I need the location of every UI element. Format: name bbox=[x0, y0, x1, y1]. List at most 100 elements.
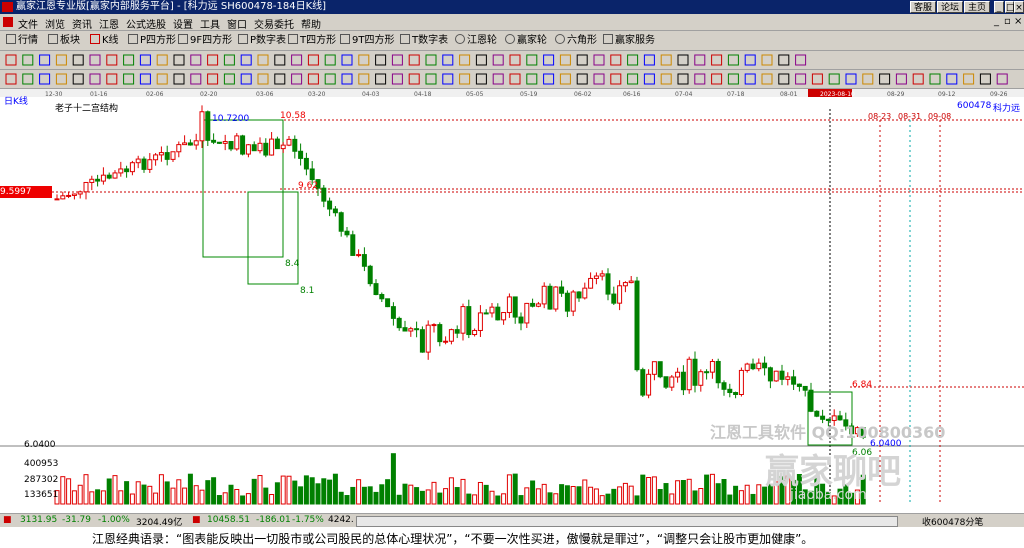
candle-body bbox=[350, 234, 356, 256]
volume-bar bbox=[704, 474, 710, 505]
tool-icon bbox=[425, 73, 437, 85]
menu-gann[interactable]: 江恩 bbox=[99, 16, 119, 31]
candle-body bbox=[419, 329, 425, 353]
candle-body bbox=[814, 410, 820, 417]
forum-button[interactable]: 论坛 bbox=[937, 1, 963, 13]
candle-body bbox=[448, 329, 454, 342]
candle-body bbox=[559, 286, 565, 294]
candle-body bbox=[501, 312, 507, 321]
period-label: 日K线 bbox=[4, 97, 28, 107]
candle-body bbox=[669, 376, 675, 388]
winner-wheel-button[interactable]: 赢家轮 bbox=[505, 34, 547, 48]
hexagon-icon bbox=[555, 34, 565, 44]
candle-body bbox=[802, 385, 808, 391]
p-number-table-button[interactable]: P数字表 bbox=[238, 34, 286, 48]
sh-index-change: -31.79 bbox=[62, 515, 92, 525]
9t-square-button[interactable]: 9T四方形 bbox=[340, 34, 394, 48]
tool-icon bbox=[576, 54, 588, 66]
tool-icon bbox=[610, 73, 622, 85]
hexagon-button[interactable]: 六角形 bbox=[555, 34, 597, 48]
tool-icon bbox=[711, 73, 723, 85]
tool-icon bbox=[660, 73, 672, 85]
menu-info[interactable]: 资讯 bbox=[72, 16, 92, 31]
level-label-4: 8.1 bbox=[300, 286, 315, 296]
tool-icon bbox=[375, 73, 387, 85]
gann-quote: 江恩经典语录：“图表能反映出一切股市或公司股民的总体心理状况”，“不要一次性买进… bbox=[92, 532, 814, 546]
candle-body bbox=[466, 306, 472, 336]
candle-body bbox=[564, 292, 570, 312]
gann-wheel-button[interactable]: 江恩轮 bbox=[455, 34, 497, 48]
volume-axis-label-0: 6.0400 bbox=[24, 440, 56, 450]
menu-file[interactable]: 文件 bbox=[18, 16, 38, 31]
menu-formula-select[interactable]: 公式选股 bbox=[126, 16, 166, 31]
sector-button[interactable]: 板块 bbox=[48, 34, 80, 48]
candle-body bbox=[263, 142, 269, 156]
menu-settings[interactable]: 设置 bbox=[173, 16, 193, 31]
candle-body bbox=[692, 358, 698, 386]
kline-button[interactable]: K线 bbox=[90, 34, 119, 48]
gann-box-2 bbox=[247, 191, 299, 285]
close-icon[interactable]: × bbox=[1014, 1, 1024, 13]
tool-icon bbox=[123, 54, 135, 66]
tool-icon bbox=[996, 73, 1008, 85]
t-square-button[interactable]: T四方形 bbox=[288, 34, 336, 48]
p-square-button[interactable]: P四方形 bbox=[128, 34, 176, 48]
candle-body bbox=[756, 362, 762, 370]
watermark-logo-text: 赢家聊吧 bbox=[765, 452, 901, 492]
mdi-minimize-icon[interactable]: _ bbox=[994, 16, 999, 27]
tool-icon bbox=[22, 73, 34, 85]
candle-body bbox=[477, 312, 483, 331]
candle-body bbox=[715, 360, 721, 384]
level-label-3: 8.4 bbox=[285, 259, 300, 269]
tool-icon bbox=[139, 54, 151, 66]
candle-body bbox=[66, 194, 72, 197]
9f-square-button[interactable]: 9F四方形 bbox=[178, 34, 232, 48]
mdi-close-icon[interactable]: × bbox=[1014, 16, 1022, 27]
volume-bar bbox=[675, 480, 681, 505]
tool-icon bbox=[391, 73, 403, 85]
tool-icon bbox=[274, 73, 286, 85]
gann-tools-strip[interactable] bbox=[0, 70, 1024, 88]
menu-browse[interactable]: 浏览 bbox=[45, 16, 65, 31]
menu-window[interactable]: 窗口 bbox=[227, 16, 247, 31]
candle-body bbox=[385, 298, 391, 308]
tool-icon bbox=[240, 73, 252, 85]
horizontal-scrollbar[interactable] bbox=[356, 516, 898, 527]
candle-body bbox=[106, 174, 112, 179]
quotes-button[interactable]: 行情 bbox=[6, 34, 38, 48]
candle-body bbox=[164, 152, 170, 160]
volume-bar bbox=[263, 487, 269, 505]
mdi-restore-icon[interactable]: ▫ bbox=[1004, 16, 1011, 27]
winner-service-button[interactable]: 赢家服务 bbox=[603, 34, 655, 48]
volume-bar bbox=[245, 493, 251, 505]
drawing-tools-strip[interactable] bbox=[0, 51, 1024, 69]
home-button[interactable]: 主页 bbox=[964, 1, 990, 13]
menu-tools[interactable]: 工具 bbox=[200, 16, 220, 31]
volume-bar bbox=[251, 478, 257, 505]
date-tick-label: 09-26 bbox=[990, 91, 1008, 98]
volume-bar bbox=[617, 486, 623, 505]
customer-service-button[interactable]: 客服 bbox=[910, 1, 936, 13]
menu-trade[interactable]: 交易委托 bbox=[254, 16, 294, 31]
minimize-icon[interactable]: _ bbox=[994, 1, 1004, 13]
future-date-label: 09-08 bbox=[928, 112, 951, 121]
sh-index-icon[interactable]: ■ bbox=[3, 515, 12, 525]
candle-body bbox=[95, 178, 101, 182]
kline-chart[interactable]: 12-30 01-16 02-06 02-20 03-06 03-20 04-03 04-18… bbox=[0, 89, 1024, 513]
date-tick-label: 05-05 bbox=[466, 91, 484, 98]
sz-index-icon[interactable]: ■ bbox=[192, 515, 201, 525]
tool-icon bbox=[492, 54, 504, 66]
app-menu-icon[interactable] bbox=[3, 17, 13, 27]
candle-body bbox=[257, 142, 263, 152]
maximize-icon[interactable]: □ bbox=[1005, 1, 1015, 13]
sector-icon bbox=[48, 34, 58, 44]
tool-icon bbox=[55, 73, 67, 85]
volume-bar bbox=[663, 483, 669, 505]
future-date-label: 08-23 bbox=[868, 112, 891, 121]
t-number-table-button[interactable]: T数字表 bbox=[400, 34, 448, 48]
menu-help[interactable]: 帮助 bbox=[301, 16, 321, 31]
candle-body bbox=[605, 273, 611, 295]
candle-body bbox=[472, 329, 478, 336]
tool-icon bbox=[425, 54, 437, 66]
volume-bar bbox=[495, 495, 501, 505]
